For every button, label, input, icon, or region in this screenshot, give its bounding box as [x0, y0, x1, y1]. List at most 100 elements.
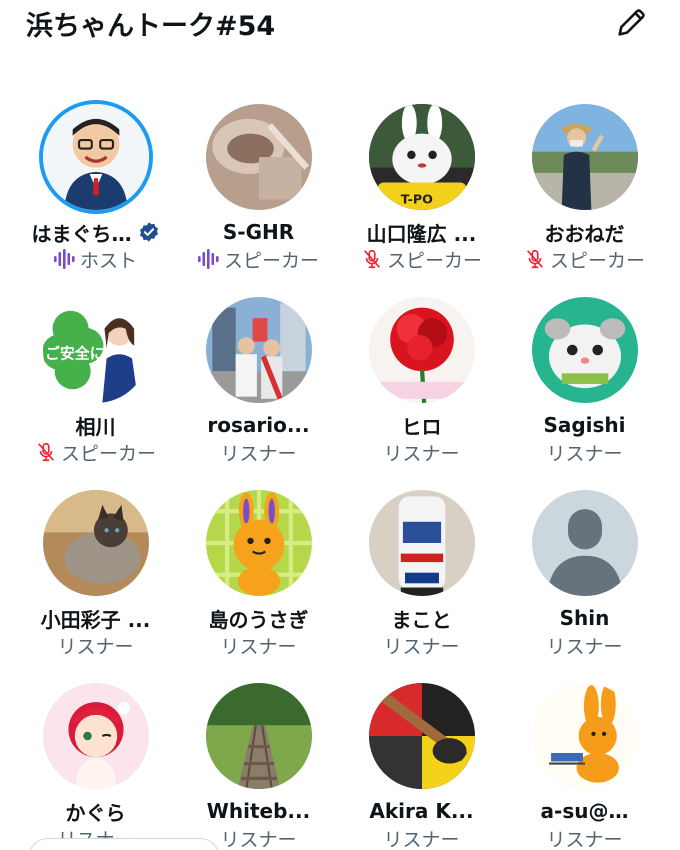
participant-name: 相川 [75, 414, 116, 439]
participant-card[interactable]: かぐらリスナー [14, 683, 177, 850]
participant-name-row: 小田彩子 ... [41, 604, 151, 632]
participant-role: リスナー [383, 442, 460, 465]
avatar[interactable] [205, 104, 312, 210]
participant-name: rosario... [207, 413, 310, 437]
participant-role: リスナー [57, 635, 134, 658]
participant-role: スピーカー [386, 249, 482, 272]
avatar[interactable] [368, 297, 475, 403]
participant-grid: はまぐち… ホスト S-GHR スピーカー T-PO 山口隆広 ... スピーカー おおねだス… [14, 104, 666, 850]
avatar[interactable]: ご安全に [42, 297, 149, 403]
participant-name: Whiteb... [206, 799, 311, 823]
participant-role-row: スピーカー [35, 439, 156, 465]
participant-role: スピーカー [223, 249, 319, 272]
svg-text:ご安全に: ご安全に [45, 344, 104, 362]
participant-role-row: リスナー [546, 439, 622, 465]
participant-name-row: 山口隆広 ... [367, 218, 477, 246]
avatar[interactable] [205, 297, 312, 403]
participant-card[interactable]: ご安全に相川スピーカー [14, 297, 177, 490]
participant-card[interactable]: Shin リスナー [503, 490, 666, 683]
space-participants-page: 浜ちゃんトーク#54 はまぐち… ホスト S-GHR スピーカー T-PO 山口隆広 ..… [0, 0, 680, 850]
svg-text:T-PO: T-PO [400, 192, 432, 207]
participant-name-row: おおねだ [545, 218, 625, 246]
participant-role-row: リスナー [383, 439, 459, 465]
participant-card[interactable]: T-PO 山口隆広 ... スピーカー [340, 104, 503, 297]
participant-role-row: スピーカー [197, 246, 319, 272]
audio-waveform-icon [53, 249, 76, 269]
microphone-muted-icon [361, 248, 383, 270]
bottom-pill-button[interactable] [28, 838, 220, 850]
participant-card[interactable]: 小田彩子 ... リスナー [14, 490, 177, 683]
participant-role: リスナー [383, 828, 460, 850]
participant-name-row: 島のうさぎ [209, 604, 309, 632]
participant-role-row: リスナー [546, 632, 622, 658]
participant-name-row: rosario... [207, 411, 309, 439]
participant-role-row: ホスト [53, 246, 137, 272]
participant-name: おおねだ [544, 221, 625, 246]
header: 浜ちゃんトーク#54 [0, 0, 680, 48]
participant-name-row: Shin [560, 604, 610, 632]
participant-role: リスナー [220, 442, 297, 465]
participant-role: リスナー [546, 635, 623, 658]
participant-card[interactable]: a-su@… リスナー [503, 683, 666, 850]
participant-card[interactable]: はまぐち… ホスト [14, 104, 177, 297]
participant-name-row: Whiteb... [207, 797, 310, 825]
participant-card[interactable]: Sagishi リスナー [503, 297, 666, 490]
participant-name: 山口隆広 ... [366, 221, 477, 246]
participant-card[interactable]: ヒロ リスナー [340, 297, 503, 490]
participant-role-row: リスナー [57, 632, 133, 658]
avatar[interactable] [531, 104, 638, 210]
avatar[interactable] [531, 490, 638, 596]
participant-name: 小田彩子 ... [40, 607, 151, 632]
microphone-muted-icon [35, 441, 57, 463]
avatar[interactable]: T-PO [368, 104, 475, 210]
participant-role-row: リスナー [546, 825, 622, 850]
participant-card[interactable]: まこと リスナー [340, 490, 503, 683]
participant-card[interactable]: おおねだスピーカー [503, 104, 666, 297]
participant-card[interactable]: 島のうさぎ リスナー [177, 490, 340, 683]
participant-name: まこと [391, 607, 452, 632]
avatar[interactable] [531, 297, 638, 403]
avatar[interactable] [368, 490, 475, 596]
participant-name: かぐら [65, 800, 126, 825]
avatar[interactable] [42, 683, 149, 789]
participant-role-row: リスナー [220, 439, 296, 465]
participant-name-row: a-su@… [541, 797, 629, 825]
page-title: 浜ちゃんトーク#54 [26, 11, 276, 42]
participant-name-row: ヒロ [402, 411, 442, 439]
edit-button[interactable] [610, 2, 652, 44]
participant-name: a-su@… [540, 799, 629, 823]
avatar[interactable] [531, 683, 638, 789]
participant-role: リスナー [546, 442, 623, 465]
avatar[interactable] [205, 490, 312, 596]
participant-role-row: リスナー [220, 825, 296, 850]
participant-name: S-GHR [222, 220, 295, 244]
microphone-muted-icon [524, 248, 546, 270]
participant-role: スピーカー [549, 249, 645, 272]
participant-role-row: リスナー [383, 825, 459, 850]
participant-name: 島のうさぎ [208, 607, 309, 632]
avatar[interactable] [205, 683, 312, 789]
participant-name-row: Sagishi [543, 411, 625, 439]
verified-badge-icon [138, 221, 160, 243]
participant-name-row: まこと [392, 604, 452, 632]
participant-name-row: 相川 [76, 411, 116, 439]
participant-card[interactable]: Akira K... リスナー [340, 683, 503, 850]
participant-name: ヒロ [401, 414, 442, 439]
participant-role: リスナー [220, 635, 297, 658]
participant-role: リスナー [220, 828, 297, 850]
participant-name-row: Akira K... [369, 797, 473, 825]
participant-role-row: スピーカー [524, 246, 645, 272]
participant-name-row: はまぐち… [32, 218, 160, 246]
participant-role: スピーカー [60, 442, 156, 465]
participant-card[interactable]: rosario... リスナー [177, 297, 340, 490]
avatar[interactable] [42, 104, 149, 210]
participant-role: リスナー [546, 828, 623, 850]
avatar[interactable] [368, 683, 475, 789]
avatar[interactable] [42, 490, 149, 596]
participant-name: はまぐち… [31, 221, 132, 246]
participant-role-row: リスナー [383, 632, 459, 658]
participant-name: Akira K... [369, 799, 474, 823]
participant-card[interactable]: Whiteb... リスナー [177, 683, 340, 850]
participant-card[interactable]: S-GHR スピーカー [177, 104, 340, 297]
audio-waveform-icon [197, 249, 220, 269]
